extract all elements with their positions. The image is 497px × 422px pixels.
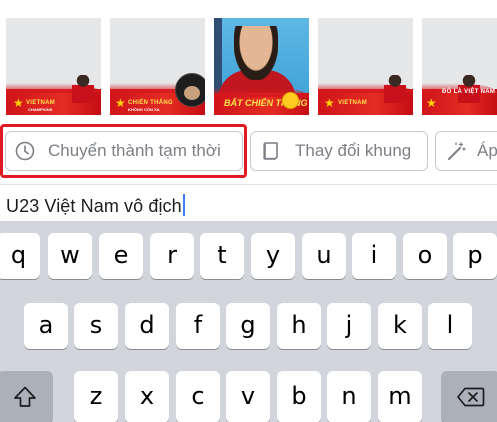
key-q[interactable]: q bbox=[0, 233, 40, 279]
key-label: q bbox=[10, 241, 27, 269]
frame-label: VIETNAM bbox=[338, 100, 368, 106]
caption-input[interactable]: U23 Việt Nam vô địch bbox=[0, 185, 497, 221]
key-n[interactable]: n bbox=[327, 371, 371, 422]
key-g[interactable]: g bbox=[226, 303, 270, 349]
smiley-icon bbox=[282, 92, 299, 109]
frame-options-bar: Chuyển thành tạm thời Thay đổi khung Áp bbox=[0, 122, 497, 184]
key-o[interactable]: o bbox=[403, 233, 447, 279]
key-label: a bbox=[38, 311, 54, 339]
key-label: t bbox=[217, 241, 227, 269]
apply-label: Áp bbox=[477, 141, 497, 160]
key-r[interactable]: r bbox=[150, 233, 194, 279]
key-s[interactable]: s bbox=[74, 303, 118, 349]
key-w[interactable]: w bbox=[48, 233, 92, 279]
key-a[interactable]: a bbox=[24, 303, 68, 349]
key-m[interactable]: m bbox=[378, 371, 422, 422]
frame-label: VIETNAM bbox=[26, 100, 56, 106]
profile-avatar bbox=[175, 73, 205, 107]
key-label: p bbox=[467, 241, 483, 269]
key-h[interactable]: h bbox=[277, 303, 321, 349]
key-label: k bbox=[393, 311, 407, 339]
frame-sublabel: KHÔNG CÒN XA bbox=[128, 107, 160, 112]
change-frame-button[interactable]: Thay đổi khung bbox=[250, 131, 428, 171]
frame-thumbnail[interactable]: BẤT CHIẾN THẮNG bbox=[214, 18, 309, 115]
key-label: o bbox=[417, 241, 433, 269]
key-label: f bbox=[193, 311, 203, 339]
change-frame-label: Thay đổi khung bbox=[295, 141, 412, 160]
key-label: d bbox=[139, 311, 155, 339]
star-icon: ★ bbox=[426, 96, 437, 110]
highlight-box bbox=[0, 124, 247, 178]
star-icon: ★ bbox=[115, 96, 126, 110]
frames-strip[interactable]: ★ VIETNAM CHAMPIONS ★ CHIẾN THẮNG KHÔNG … bbox=[0, 0, 497, 122]
frame-label: CHIẾN THẮNG bbox=[128, 100, 173, 106]
key-y[interactable]: y bbox=[251, 233, 295, 279]
key-label: v bbox=[240, 382, 256, 410]
key-label: g bbox=[240, 311, 256, 339]
key-d[interactable]: d bbox=[125, 303, 169, 349]
star-icon: ★ bbox=[324, 96, 335, 110]
key-label: s bbox=[89, 311, 103, 339]
key-label: i bbox=[370, 241, 378, 269]
key-z[interactable]: z bbox=[74, 371, 118, 422]
key-label: m bbox=[388, 382, 412, 410]
key-x[interactable]: x bbox=[125, 371, 169, 422]
key-e[interactable]: e bbox=[99, 233, 143, 279]
apply-button[interactable]: Áp bbox=[435, 131, 497, 171]
screen: ★ VIETNAM CHAMPIONS ★ CHIẾN THẮNG KHÔNG … bbox=[0, 0, 497, 422]
frame-thumbnail[interactable]: ★ VIETNAM bbox=[318, 18, 413, 115]
key-label: r bbox=[167, 241, 177, 269]
star-icon: ★ bbox=[13, 96, 24, 110]
player-figure bbox=[384, 75, 406, 103]
key-t[interactable]: t bbox=[200, 233, 244, 279]
player-photo-head bbox=[234, 26, 278, 80]
frame-label: ĐÓ LÀ VIỆT NAM bbox=[442, 89, 496, 95]
key-v[interactable]: v bbox=[226, 371, 270, 422]
frame-icon bbox=[263, 142, 278, 160]
key-label: u bbox=[316, 241, 332, 269]
magic-wand-icon bbox=[448, 142, 466, 160]
player-figure bbox=[72, 75, 94, 103]
frame-thumbnail[interactable]: ★ ĐÓ LÀ VIỆT NAM bbox=[422, 18, 497, 115]
backspace-icon bbox=[456, 387, 484, 407]
key-k[interactable]: k bbox=[378, 303, 422, 349]
key-p[interactable]: p bbox=[453, 233, 497, 279]
key-label: h bbox=[291, 311, 307, 339]
frame-sublabel: CHAMPIONS bbox=[28, 107, 53, 112]
key-label: e bbox=[113, 241, 129, 269]
key-label: l bbox=[446, 311, 454, 339]
key-label: j bbox=[345, 311, 353, 339]
key-i[interactable]: i bbox=[352, 233, 396, 279]
key-label: y bbox=[265, 241, 281, 269]
key-label: x bbox=[139, 382, 155, 410]
key-j[interactable]: j bbox=[327, 303, 371, 349]
key-label: z bbox=[89, 382, 103, 410]
backspace-key[interactable] bbox=[441, 371, 497, 422]
caption-input-value: U23 Việt Nam vô địch bbox=[6, 196, 182, 216]
key-label: b bbox=[291, 382, 307, 410]
key-b[interactable]: b bbox=[277, 371, 321, 422]
text-caret bbox=[182, 194, 185, 216]
shift-icon bbox=[14, 386, 36, 407]
key-label: c bbox=[191, 382, 205, 410]
shift-key[interactable] bbox=[0, 371, 53, 422]
key-f[interactable]: f bbox=[176, 303, 220, 349]
frame-thumbnail[interactable]: ★ VIETNAM CHAMPIONS bbox=[6, 18, 101, 115]
key-label: n bbox=[341, 382, 357, 410]
key-l[interactable]: l bbox=[428, 303, 472, 349]
key-label: w bbox=[60, 241, 80, 269]
key-c[interactable]: c bbox=[176, 371, 220, 422]
frame-thumbnail[interactable]: ★ CHIẾN THẮNG KHÔNG CÒN XA bbox=[110, 18, 205, 115]
key-u[interactable]: u bbox=[302, 233, 346, 279]
on-screen-keyboard: q w e r t y u i o p a s d f g h j k l z … bbox=[0, 221, 497, 422]
